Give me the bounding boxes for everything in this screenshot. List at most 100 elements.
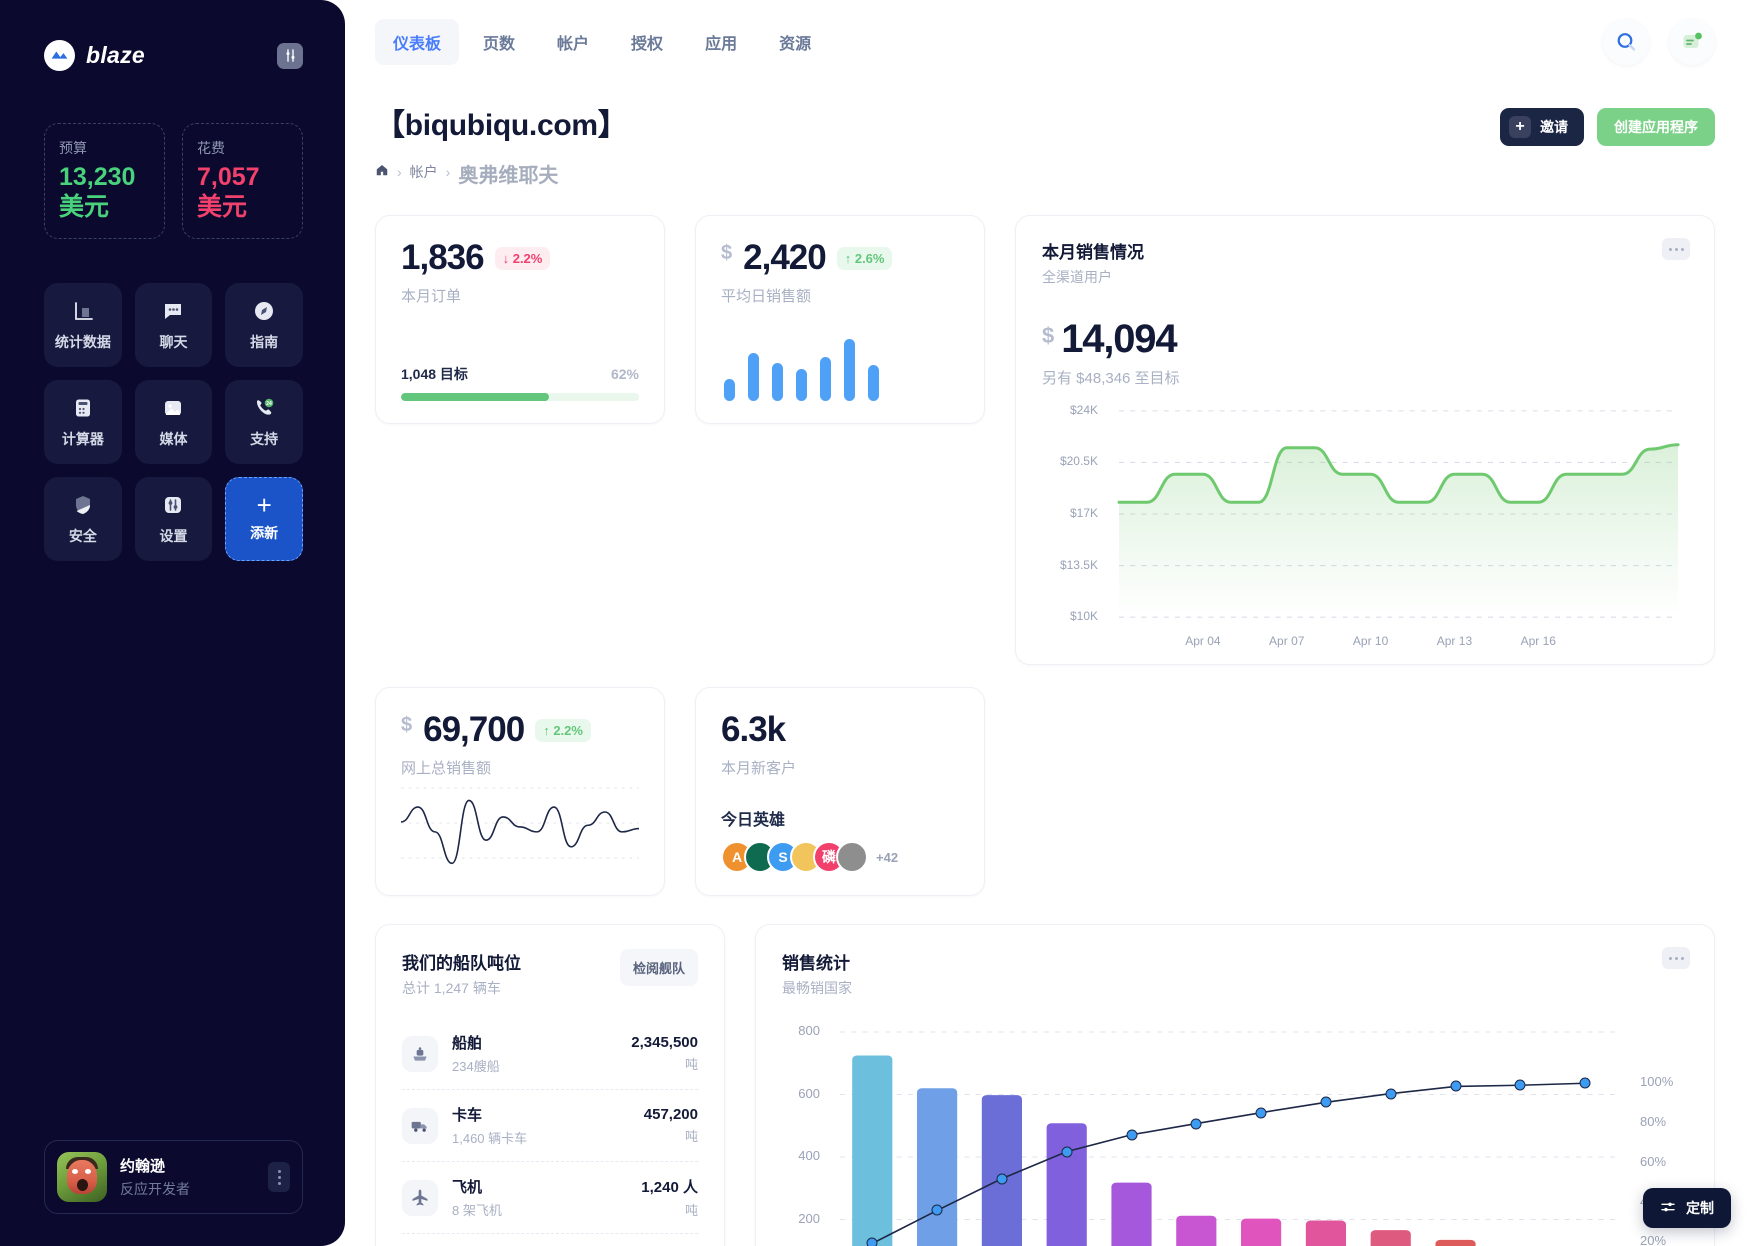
avg-daily-subtitle: 平均日销售额 bbox=[721, 288, 812, 305]
monthly-sales-card: 本月销售情况 全渠道用户 $ 14,094 另有 $48,346 至目标 $24… bbox=[1015, 215, 1715, 665]
bottom-card-grid: 我们的船队吨位 总计 1,247 辆车 检阅舰队 船舶 234艘船 2,345,50… bbox=[345, 896, 1720, 1246]
online-sales-delta: 2.2% bbox=[553, 722, 583, 738]
top-card-grid: 1,836 ↓ 2.2% 本月订单 1,048 目标 62% $ 2,420 ↑ bbox=[345, 188, 1720, 665]
heroes-avatar-row: A S 磷 +42 bbox=[721, 841, 959, 873]
fleet-titles: 我们的船队吨位 总计 1,247 辆车 bbox=[402, 949, 521, 998]
tab-apps[interactable]: 应用 bbox=[687, 19, 755, 65]
topbar: 仪表板 页数 帐户 授权 应用 资源 bbox=[345, 0, 1720, 84]
profile-role: 反应开发者 bbox=[120, 1181, 190, 1197]
tab-resources[interactable]: 资源 bbox=[761, 19, 829, 65]
customize-button[interactable]: 定制 bbox=[1643, 1188, 1731, 1228]
chat-bubble-icon bbox=[160, 298, 186, 324]
fleet-row-value: 457,200 bbox=[643, 1106, 698, 1123]
currency-symbol: $ bbox=[401, 714, 413, 736]
brand[interactable]: blaze bbox=[44, 40, 145, 71]
fleet-row[interactable]: 飞机 8 架飞机 1,240 人吨 bbox=[402, 1161, 698, 1233]
spend-label: 花费 bbox=[197, 140, 225, 156]
top-actions bbox=[1603, 19, 1720, 65]
monthly-sales-to-goal: 另有 $48,346 至目标 bbox=[1042, 370, 1180, 387]
monthly-sales-title: 本月销售情况 bbox=[1042, 243, 1144, 262]
tile-label: 添新 bbox=[250, 525, 279, 541]
sidebar-tile-add[interactable]: + 添新 bbox=[225, 477, 303, 561]
breadcrumb-item-current: 奥弗维耶夫 bbox=[458, 165, 559, 187]
sidebar-header: blaze bbox=[22, 18, 323, 71]
avg-daily-delta: 2.6% bbox=[854, 250, 885, 266]
sidebar-tile-guide[interactable]: 指南 bbox=[225, 283, 303, 367]
sidebar: blaze 预算 13,230 美元 花费 7,057 美元 统计数据 聊天 指… bbox=[0, 0, 345, 1246]
sidebar-tile-stats[interactable]: 统计数据 bbox=[44, 283, 122, 367]
review-fleet-button[interactable]: 检阅舰队 bbox=[619, 949, 698, 986]
tile-label: 安全 bbox=[68, 528, 97, 544]
sidebar-tile-chat[interactable]: 聊天 bbox=[134, 283, 213, 367]
tab-dashboard[interactable]: 仪表板 bbox=[375, 19, 460, 65]
avg-daily-value-row: $ 2,420 ↑ 2.6% bbox=[721, 238, 959, 278]
minibar bbox=[724, 379, 735, 401]
home-icon[interactable] bbox=[375, 163, 389, 180]
note-badge-icon[interactable] bbox=[1669, 19, 1715, 65]
sales-stats-pareto-chart: 8006004002000100%80%60%40%20%0%USUKChina… bbox=[782, 1022, 1688, 1246]
fleet-row-meta: 1,460 辆卡车 bbox=[452, 1131, 528, 1146]
fleet-row[interactable]: 船舶 234艘船 2,345,500 吨 bbox=[402, 1018, 698, 1089]
tile-label: 设置 bbox=[159, 528, 188, 544]
sidebar-tile-security[interactable]: 安全 bbox=[44, 477, 122, 561]
sidebar-profile[interactable]: 约翰逊 反应开发者 bbox=[44, 1140, 303, 1214]
tab-authorization[interactable]: 授权 bbox=[613, 19, 681, 65]
ellipsis-icon[interactable] bbox=[1662, 238, 1690, 260]
breadcrumb-separator: › bbox=[397, 163, 402, 180]
breadcrumb-item-account[interactable]: 帐户 bbox=[410, 162, 438, 182]
svg-text:24: 24 bbox=[266, 401, 272, 407]
orders-card: 1,836 ↓ 2.2% 本月订单 1,048 目标 62% bbox=[375, 215, 665, 424]
sidebar-tile-settings[interactable]: 设置 bbox=[134, 477, 213, 561]
fleet-row-unit: 吨 bbox=[684, 1129, 698, 1144]
minibar bbox=[772, 363, 783, 401]
budget-card: 预算 13,230 美元 bbox=[44, 123, 165, 239]
header-actions: + 邀请 创建应用程序 bbox=[1500, 100, 1715, 146]
new-customers-card: 6.3k 本月新客户 今日英雄 A S 磷 +42 bbox=[695, 687, 985, 896]
ellipsis-icon[interactable] bbox=[1662, 947, 1690, 969]
sales-stats-title: 销售统计 bbox=[782, 954, 850, 973]
sliders-icon[interactable] bbox=[277, 42, 303, 69]
fleet-row-values: 2,345,500 吨 bbox=[631, 1034, 698, 1073]
monthly-sales-area-chart: $24K $20.5K $17K $13.5K $10K Apr 04 Apr 07 Apr … bbox=[1042, 402, 1688, 648]
sidebar-tile-grid: 统计数据 聊天 指南 计算器 媒体 24 支持 安全 设置 + 添新 bbox=[22, 239, 323, 561]
orders-value: 1,836 bbox=[401, 238, 485, 277]
sidebar-tile-support[interactable]: 24 支持 bbox=[225, 380, 303, 464]
profile-texts: 约翰逊 反应开发者 bbox=[120, 1155, 255, 1199]
sidebar-tile-media[interactable]: 媒体 bbox=[134, 380, 213, 464]
avg-daily-minibars bbox=[721, 339, 959, 401]
spend-value: 7,057 美元 bbox=[197, 163, 260, 221]
arrow-up-icon: ↑ bbox=[543, 722, 550, 738]
arrow-down-icon: ↓ bbox=[502, 250, 510, 266]
kebab-menu-icon[interactable] bbox=[268, 1162, 290, 1192]
new-customers-value: 6.3k bbox=[721, 710, 786, 749]
search-icon[interactable] bbox=[1603, 19, 1649, 65]
orders-subtitle: 本月订单 bbox=[401, 288, 462, 305]
page-header: 【biqubiqu.com】 › 帐户 › 奥弗维耶夫 + 邀请 创建应用程序 bbox=[345, 84, 1720, 188]
tab-accounts[interactable]: 帐户 bbox=[539, 19, 607, 65]
orders-goal-label: 1,048 目标 bbox=[401, 366, 468, 382]
online-sales-sparkline bbox=[401, 778, 639, 873]
sidebar-tile-calculator[interactable]: 计算器 bbox=[44, 380, 122, 464]
spend-card: 花费 7,057 美元 bbox=[182, 123, 303, 239]
invite-button[interactable]: + 邀请 bbox=[1500, 108, 1584, 146]
second-card-grid: $ 69,700 ↑ 2.2% 网上总销售额 6.3k 本月新客户 今日英雄 A… bbox=[345, 665, 1720, 896]
avg-daily-value: 2,420 bbox=[743, 238, 827, 277]
fleet-row[interactable]: 卡车 1,460 辆卡车 457,200 吨 bbox=[402, 1089, 698, 1161]
fleet-row-meta: 8 架飞机 bbox=[452, 1203, 502, 1218]
fleet-title: 我们的船队吨位 bbox=[402, 954, 521, 973]
budget-row: 预算 13,230 美元 花费 7,057 美元 bbox=[22, 71, 323, 239]
budget-label: 预算 bbox=[59, 140, 87, 156]
online-sales-value: 69,700 bbox=[423, 710, 525, 749]
orders-progress-bar bbox=[401, 393, 639, 401]
orders-delta-badge: ↓ 2.2% bbox=[494, 246, 551, 270]
tab-pages[interactable]: 页数 bbox=[465, 19, 533, 65]
fleet-subtitle: 总计 1,247 辆车 bbox=[402, 980, 501, 996]
fleet-row[interactable]: 火车36趟列车804,300吨 bbox=[402, 1233, 698, 1246]
hero-avatar[interactable] bbox=[836, 841, 868, 873]
fleet-row-name: 飞机 bbox=[452, 1179, 483, 1196]
plus-icon: + bbox=[1509, 116, 1531, 138]
invite-label: 邀请 bbox=[1540, 119, 1568, 135]
fleet-row-texts: 飞机 8 架飞机 bbox=[452, 1176, 502, 1219]
create-app-button[interactable]: 创建应用程序 bbox=[1597, 108, 1715, 146]
